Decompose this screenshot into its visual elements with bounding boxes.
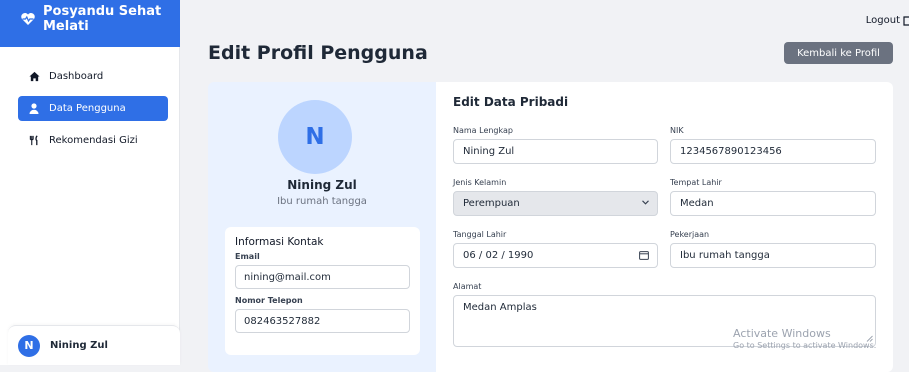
sidebar-item-label: Rekomendasi Gizi [49, 135, 138, 146]
utensils-icon [28, 135, 40, 147]
contact-info-card: Informasi Kontak Email nining@mail.com N… [225, 227, 420, 355]
sidebar-user[interactable]: N Nining Zul [8, 325, 180, 365]
profile-avatar: N [278, 100, 352, 174]
email-label: Email [235, 252, 260, 261]
tempat-lahir-input[interactable]: Medan [670, 191, 876, 216]
sidebar-item-rekomendasi-gizi[interactable]: Rekomendasi Gizi [18, 128, 168, 153]
activate-windows-watermark: Activate Windows Go to Settings to activ… [733, 327, 876, 350]
logout-icon [903, 15, 909, 26]
sidebar: Posyandu Sehat Melati Dashboard Data Pen… [0, 0, 180, 365]
page-title: Edit Profil Pengguna [208, 42, 428, 64]
profile-card: N Nining Zul Ibu rumah tangga Informasi … [208, 82, 436, 372]
brand-header[interactable]: Posyandu Sehat Melati [0, 0, 180, 47]
nik-label: NIK [670, 126, 684, 135]
sidebar-item-label: Dashboard [49, 71, 104, 82]
sidebar-item-data-pengguna[interactable]: Data Pengguna [18, 96, 168, 121]
jenis-kelamin-value: Perempuan [463, 198, 520, 209]
pekerjaan-input[interactable]: Ibu rumah tangga [670, 243, 876, 268]
logout-link[interactable]: Logout [866, 15, 909, 26]
jenis-kelamin-select[interactable]: Perempuan [453, 191, 658, 216]
jenis-kelamin-label: Jenis Kelamin [453, 178, 507, 187]
contact-info-title: Informasi Kontak [235, 236, 324, 248]
chevron-down-icon [642, 198, 649, 208]
nama-input[interactable]: Nining Zul [453, 139, 658, 164]
heartbeat-logo-icon [21, 13, 35, 25]
sidebar-item-label: Data Pengguna [49, 103, 126, 114]
tanggal-lahir-value: 06 / 02 / 1990 [463, 250, 534, 261]
brand-name: Posyandu Sehat Melati [43, 4, 162, 34]
sidebar-user-name: Nining Zul [50, 340, 108, 351]
sidebar-nav: Dashboard Data Pengguna Rekomendasi Gizi [18, 64, 168, 160]
calendar-icon[interactable] [639, 250, 649, 263]
phone-field[interactable]: 082463527882 [235, 309, 410, 333]
home-icon [28, 71, 40, 83]
avatar: N [18, 334, 40, 357]
form-title: Edit Data Pribadi [453, 95, 569, 109]
user-icon [28, 103, 40, 115]
profile-job: Ibu rumah tangga [277, 196, 367, 207]
profile-name: Nining Zul [287, 178, 357, 192]
watermark-line2: Go to Settings to activate Windows. [733, 341, 877, 350]
nama-label: Nama Lengkap [453, 126, 513, 135]
tanggal-lahir-label: Tanggal Lahir [453, 230, 507, 239]
email-field[interactable]: nining@mail.com [235, 265, 410, 289]
sidebar-item-dashboard[interactable]: Dashboard [18, 64, 168, 89]
pekerjaan-label: Pekerjaan [670, 230, 710, 239]
alamat-value: Medan Amplas [463, 302, 537, 313]
tanggal-lahir-input[interactable]: 06 / 02 / 1990 [453, 243, 658, 268]
logout-label: Logout [865, 15, 900, 26]
alamat-label: Alamat [453, 282, 482, 291]
phone-label: Nomor Telepon [235, 296, 303, 305]
watermark-line1: Activate Windows [733, 327, 831, 340]
nik-input[interactable]: 1234567890123456 [670, 139, 876, 164]
back-to-profile-button[interactable]: Kembali ke Profil [784, 42, 893, 64]
tempat-lahir-label: Tempat Lahir [670, 178, 722, 187]
